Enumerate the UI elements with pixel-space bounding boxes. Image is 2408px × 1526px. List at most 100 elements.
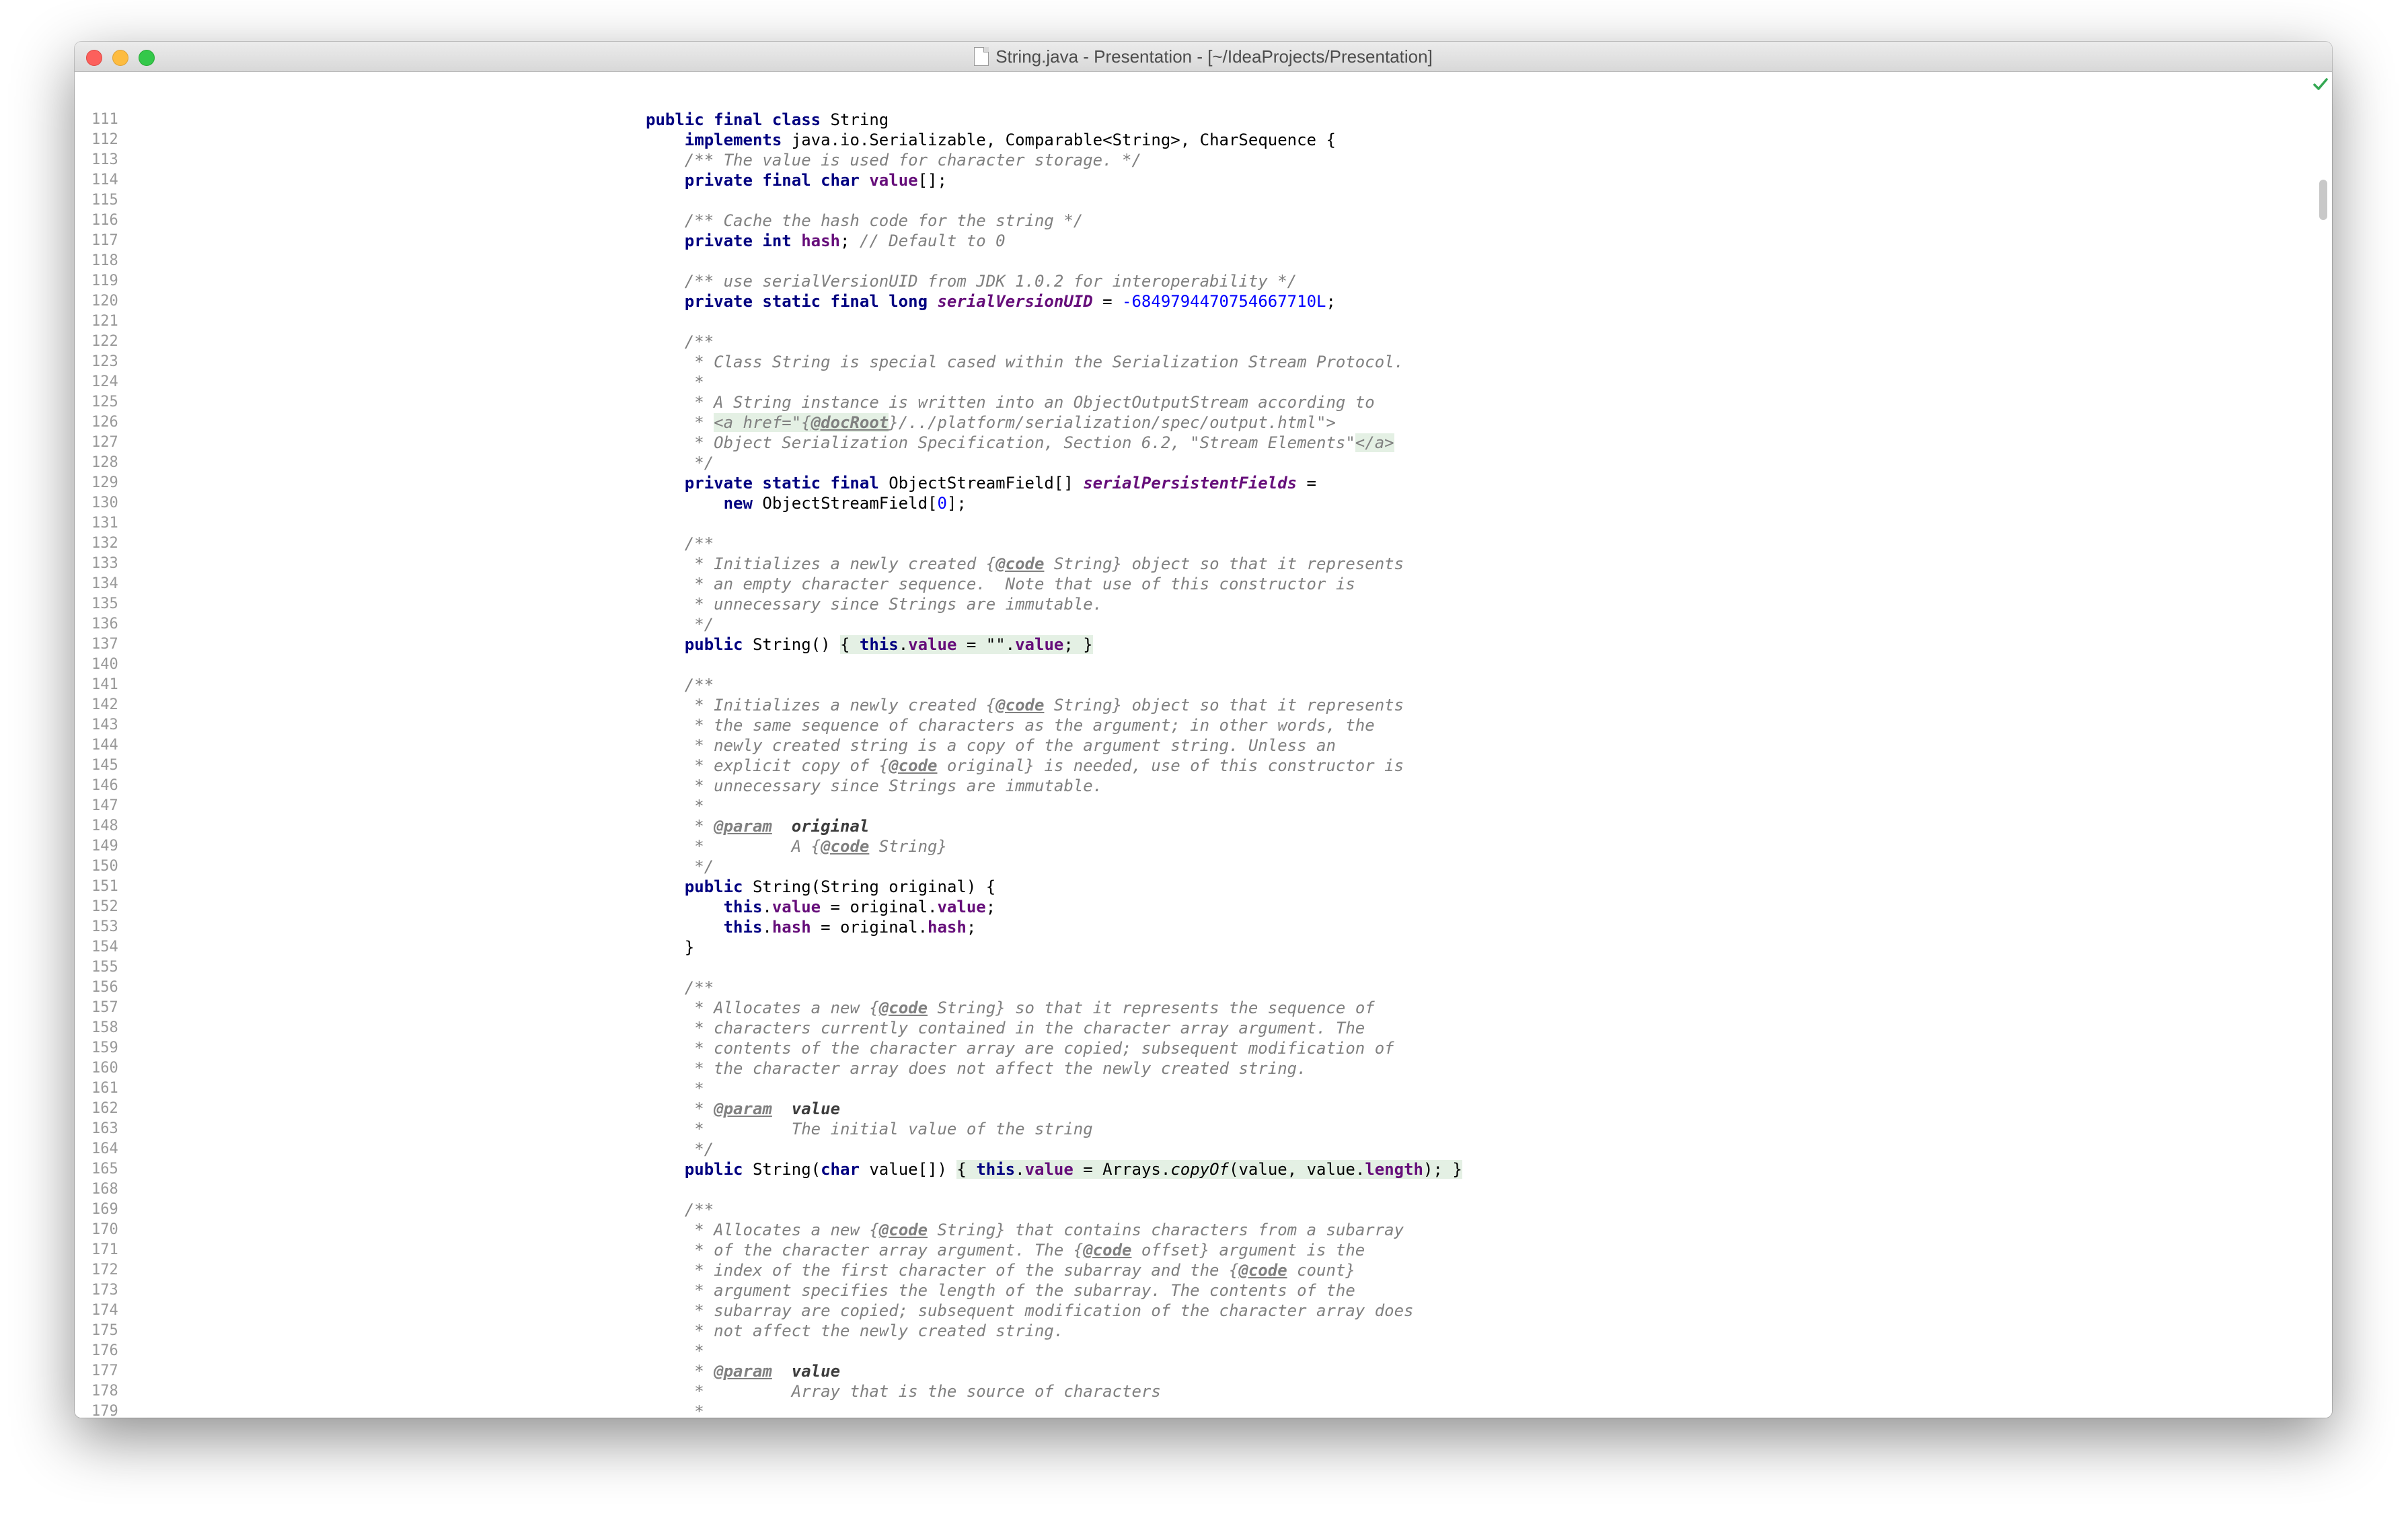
- line-number: 154: [91, 939, 118, 955]
- code-token: @param: [714, 817, 772, 836]
- line-number: 112: [91, 131, 118, 148]
- code-token: {: [956, 1160, 977, 1179]
- code-token: * Allocates a new {: [694, 1221, 879, 1239]
- code-text: public final class String: [646, 110, 889, 130]
- code-token: public: [684, 1160, 753, 1179]
- line-number: 163: [91, 1120, 118, 1137]
- code-token: @code: [1238, 1261, 1287, 1280]
- line-number: 128: [91, 454, 118, 471]
- code-text: public String(String original) {: [646, 877, 995, 897]
- code-token: hash: [928, 918, 967, 937]
- code-token: ObjectStreamField[: [762, 494, 938, 513]
- code-token: }: [646, 938, 695, 957]
- line-number: 120: [91, 293, 118, 310]
- line-number: 117: [91, 232, 118, 249]
- code-token: serialVersionUID: [937, 292, 1093, 311]
- code-token: this: [723, 918, 763, 937]
- line-number: 168: [91, 1181, 118, 1198]
- code-token: /**: [684, 534, 714, 553]
- line-number: 149: [91, 838, 118, 855]
- code-token: new: [723, 494, 763, 513]
- check-icon[interactable]: [2311, 75, 2330, 94]
- code-token: * Allocates a new {: [694, 998, 879, 1017]
- title-bar[interactable]: String.java - Presentation - [~/IdeaProj…: [75, 42, 2332, 72]
- code-token: * The initial value of the string: [694, 1120, 1093, 1138]
- code-token: String: [830, 110, 889, 129]
- code-editor[interactable]: 111 public final class String 112 implemen…: [75, 72, 2332, 1418]
- code-token: * contents of the character array are co…: [694, 1039, 1394, 1058]
- code-token: this: [976, 1160, 1016, 1179]
- code-token: original} is needed, use of this constru…: [937, 756, 1404, 775]
- code-token: value: [908, 635, 957, 654]
- code-token: </a>: [1355, 433, 1394, 452]
- line-number: 123: [91, 353, 118, 370]
- code-text: * the same sequence of characters as the…: [646, 715, 1374, 735]
- code-text: */: [646, 453, 714, 473]
- line-number: 145: [91, 757, 118, 774]
- code-token: */: [694, 453, 714, 472]
- code-token: *: [694, 413, 714, 432]
- line-number: 121: [91, 313, 118, 330]
- line-number: 134: [91, 575, 118, 592]
- code-token: String}: [869, 837, 947, 856]
- code-token: * Class String is special cased within t…: [694, 353, 1404, 371]
- code-token: String} that contains characters from a …: [928, 1221, 1404, 1239]
- line-number: 157: [91, 999, 118, 1016]
- code-text: private static final ObjectStreamField[]…: [646, 473, 1316, 493]
- code-token: */: [694, 615, 714, 634]
- code-token: *: [694, 817, 714, 836]
- code-text: /**: [646, 1200, 714, 1220]
- code-text: * index of the first character of the su…: [646, 1260, 1355, 1280]
- line-number: 146: [91, 777, 118, 794]
- code-token: * unnecessary since Strings are immutabl…: [694, 595, 1103, 614]
- code-token: 0: [937, 494, 947, 513]
- code-token: @code: [995, 554, 1045, 573]
- code-token: =: [1297, 474, 1317, 493]
- line-number: 169: [91, 1201, 118, 1218]
- code-text: * A {@code String}: [646, 836, 947, 857]
- code-token: private final char: [684, 171, 870, 190]
- code-text: * argument specifies the length of the s…: [646, 1280, 1355, 1301]
- code-token: ];: [946, 494, 967, 513]
- code-token: *: [694, 1079, 704, 1098]
- code-token: value: [1024, 1160, 1074, 1179]
- vertical-scrollbar-thumb[interactable]: [2319, 180, 2327, 220]
- code-token: private static final long: [684, 292, 938, 311]
- code-token: * explicit copy of {: [694, 756, 889, 775]
- line-number: 111: [91, 111, 118, 128]
- line-number: 133: [91, 555, 118, 572]
- code-token: String} object so that it represents: [1044, 554, 1404, 573]
- code-token: String(): [752, 635, 840, 654]
- code-text: this.hash = original.hash;: [646, 917, 977, 937]
- code-text: private int hash; // Default to 0: [646, 231, 1006, 251]
- code-token: offset} argument is the: [1131, 1241, 1365, 1260]
- code-token: @param: [714, 1099, 772, 1118]
- code-text: private static final long serialVersionU…: [646, 291, 1336, 312]
- line-number: 132: [91, 535, 118, 552]
- java-file-icon: [974, 47, 989, 66]
- code-token: * Array that is the source of characters: [694, 1382, 1161, 1401]
- code-token: * characters currently contained in the …: [694, 1019, 1365, 1038]
- line-number: 176: [91, 1342, 118, 1359]
- code-token: this: [723, 898, 763, 916]
- code-text: * <a href="{@docRoot}/../platform/serial…: [646, 412, 1336, 433]
- line-number: 175: [91, 1322, 118, 1339]
- code-token: */: [694, 1140, 714, 1159]
- code-text: * Array that is the source of characters: [646, 1381, 1161, 1402]
- code-token: *: [694, 1362, 714, 1381]
